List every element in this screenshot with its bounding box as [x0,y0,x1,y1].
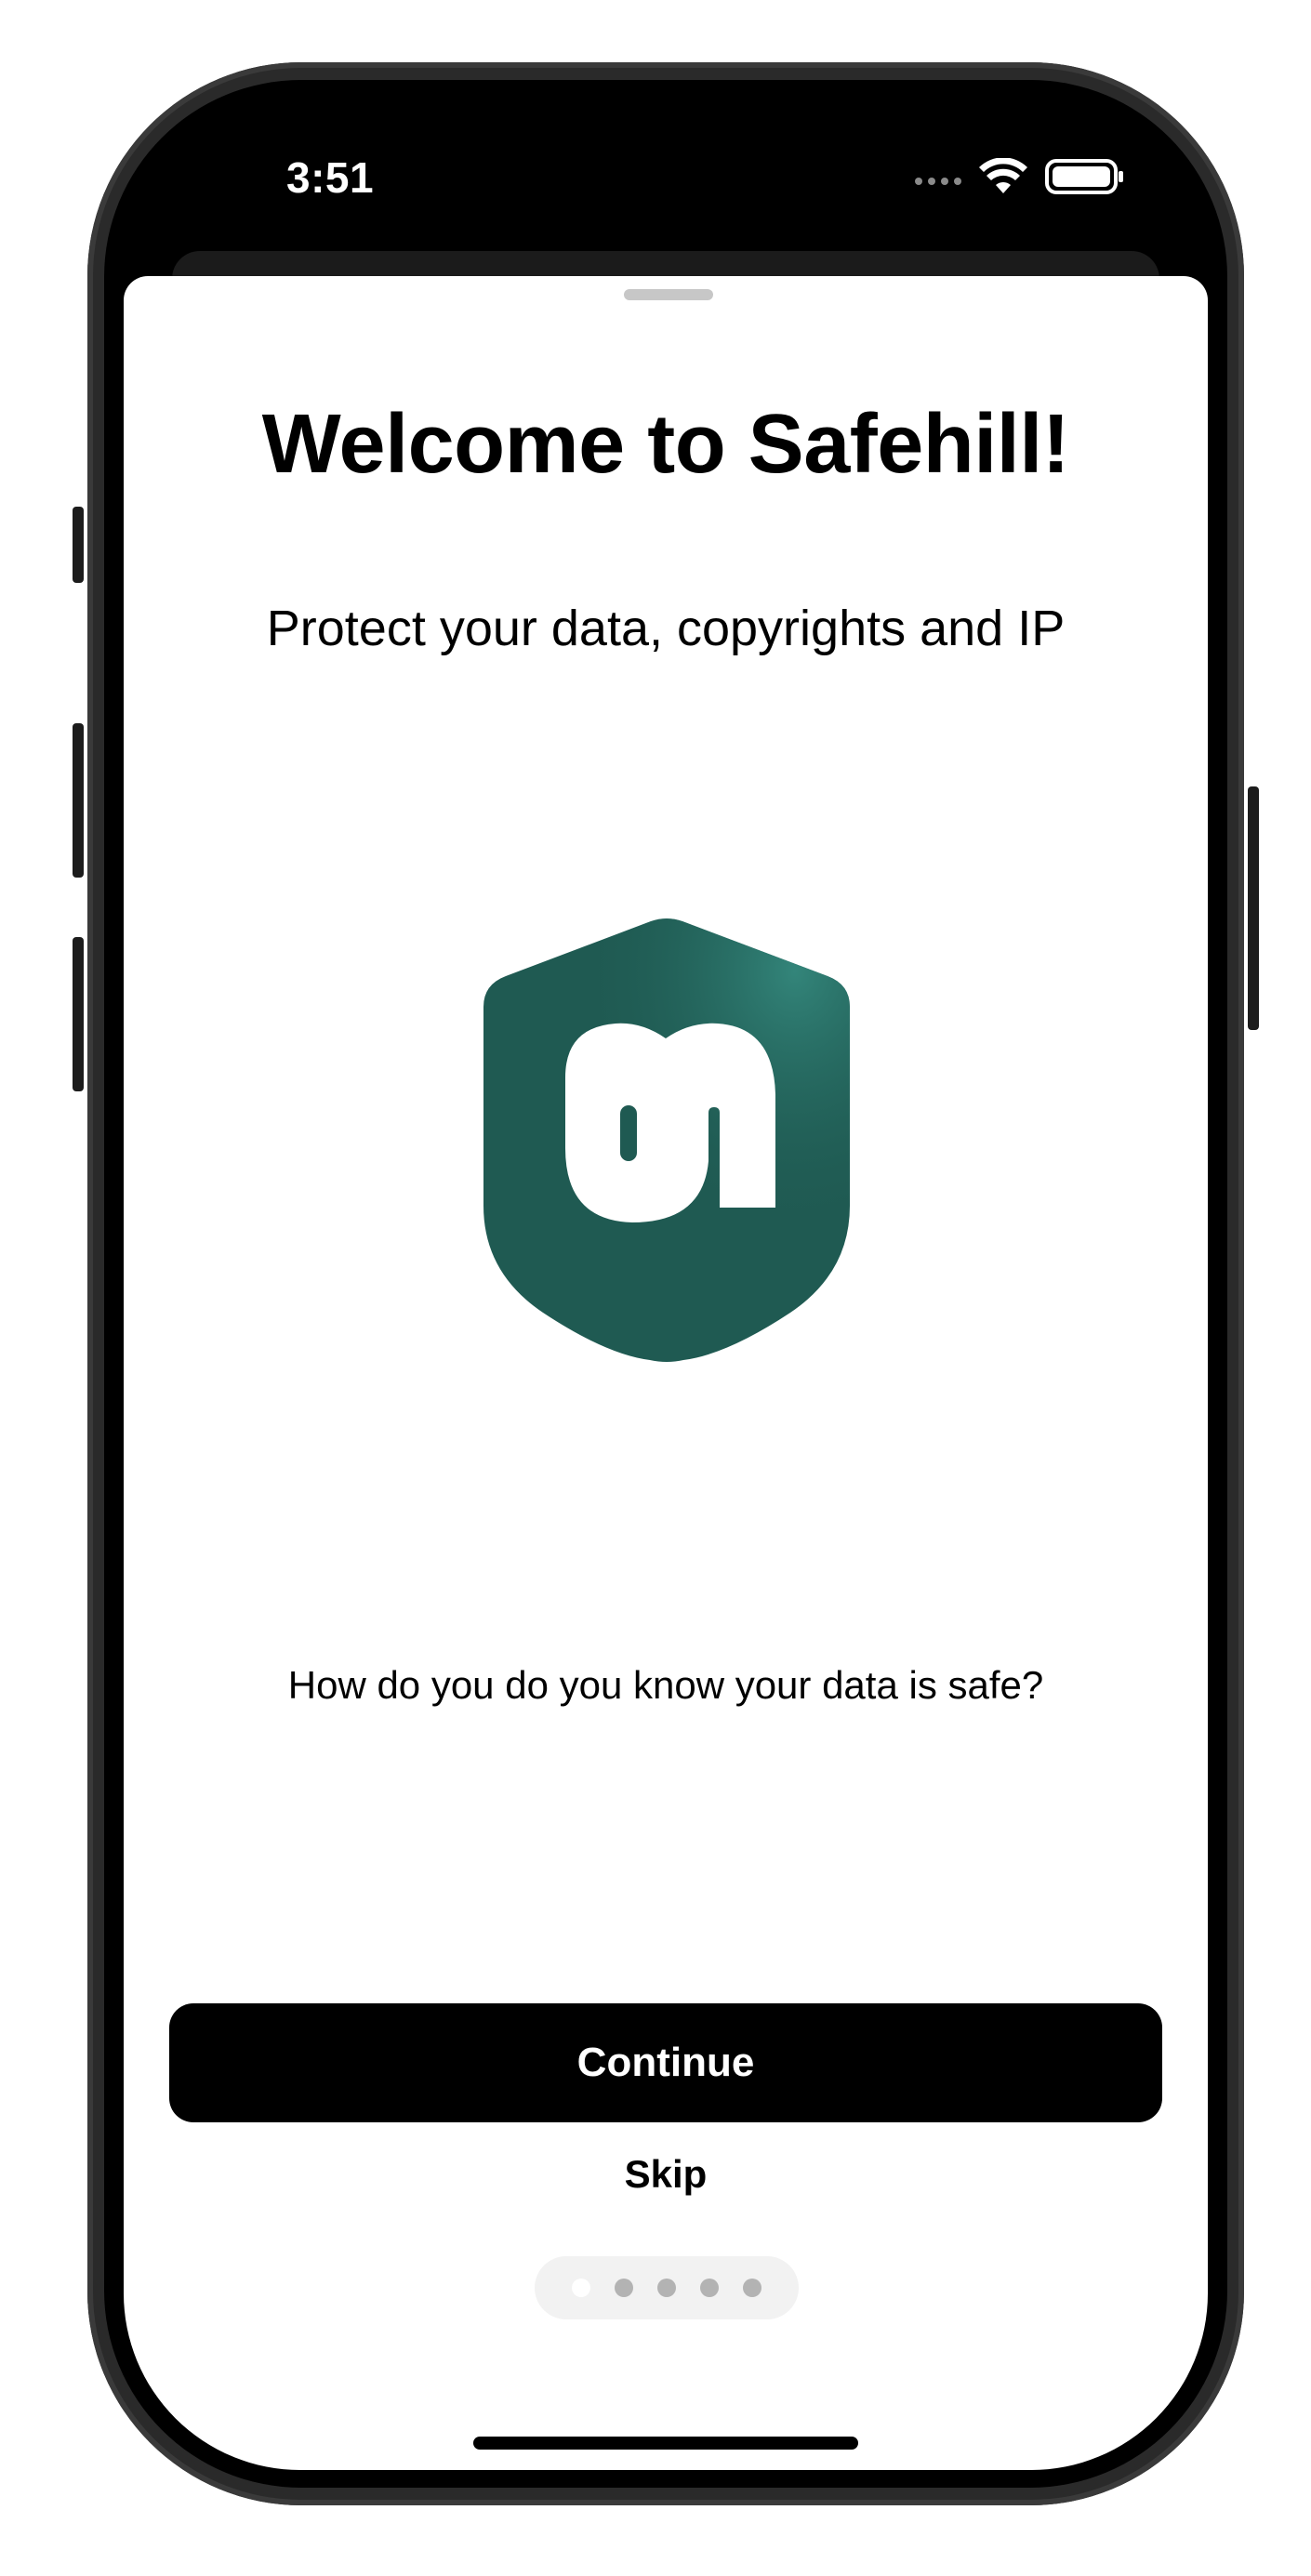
volume-up-button [73,723,84,878]
continue-button-label: Continue [576,2040,755,2085]
wifi-icon [979,158,1027,193]
page-dot-4[interactable] [700,2279,719,2297]
page-title: Welcome to Safehill! [261,398,1070,491]
skip-button-label: Skip [624,2152,708,2196]
page-dot-1[interactable] [572,2279,590,2297]
page-dot-3[interactable] [657,2279,676,2297]
volume-down-button [73,937,84,1091]
onboarding-sheet: Welcome to Safehill! Protect your data, … [124,276,1208,2470]
page-indicator[interactable] [535,2256,799,2319]
page-subtitle: Protect your data, copyrights and IP [266,601,1066,656]
safehill-shield-logo-icon [483,918,850,1362]
power-button [1248,786,1259,1030]
status-icons [915,158,1125,195]
status-bar: 3:51 [104,80,1227,257]
page-dot-2[interactable] [615,2279,633,2297]
cellular-signal-icon [915,178,961,185]
continue-button[interactable]: Continue [169,2003,1162,2122]
action-button [73,507,84,583]
battery-icon [1045,159,1123,194]
question-text: How do you do you know your data is safe… [287,1663,1044,1707]
home-indicator[interactable] [473,2437,858,2450]
sheet-grabber-handle[interactable] [624,289,713,300]
skip-button[interactable]: Skip [573,2135,759,2213]
page-dot-5[interactable] [743,2279,761,2297]
status-time: 3:51 [286,153,375,202]
screenshot-stage: 3:51 Welcome to Safehill! Protect your d… [0,0,1311,2576]
